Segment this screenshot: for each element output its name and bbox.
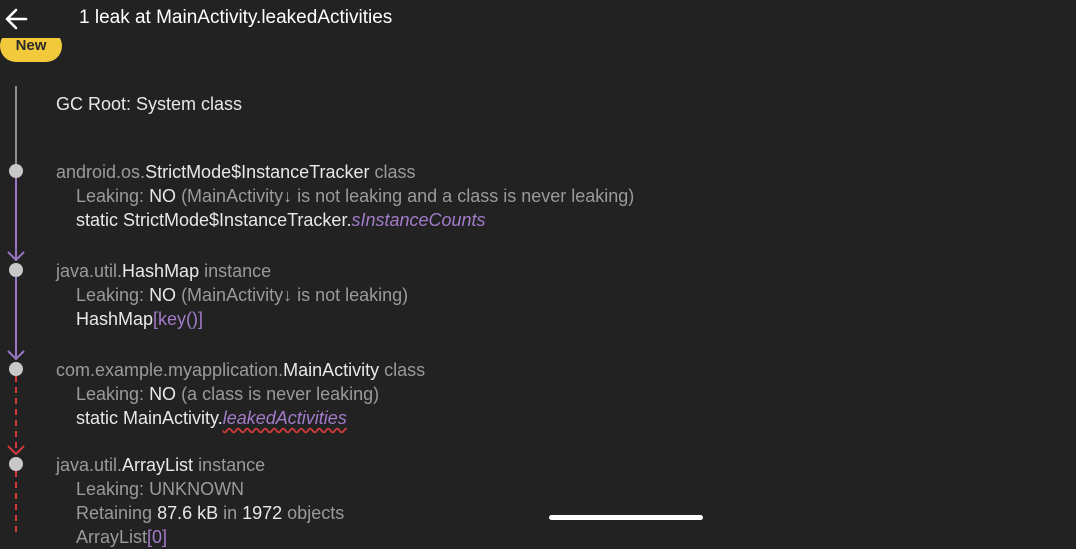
leaking-status: Leaking: NO (MainActivity↓ is not leakin…	[76, 285, 409, 305]
trace-node-mainactivity[interactable]: com.example.myapplication.MainActivity c…	[56, 358, 425, 430]
leaking-status: Leaking: NO (a class is never leaking)	[76, 384, 380, 404]
node-title: android.os.StrictMode$InstanceTracker cl…	[56, 162, 416, 182]
leaking-status: Leaking: UNKNOWN	[76, 479, 245, 499]
node-title: java.util.HashMap instance	[56, 261, 272, 281]
leak-suspect-field: leakedActivities	[222, 408, 347, 428]
trace-rail	[7, 86, 25, 534]
reference-field: static StrictMode$InstanceTracker.sInsta…	[76, 210, 486, 230]
node-dot-2	[9, 263, 23, 277]
node-dot-1	[9, 164, 23, 178]
trace-node-hashmap[interactable]: java.util.HashMap instance Leaking: NO (…	[56, 259, 408, 331]
node-title: GC Root: System class	[56, 94, 243, 114]
screen-title: 1 leak at MainActivity.leakedActivities	[79, 7, 393, 28]
arrow-left-icon	[5, 8, 28, 30]
retained-size: Retaining 87.6 kB in 1972 objects	[76, 503, 345, 523]
reference-field: ArrayList[0]	[76, 527, 168, 547]
trace-node-strictmode[interactable]: android.os.StrictMode$InstanceTracker cl…	[56, 160, 634, 232]
node-dot-4	[9, 457, 23, 471]
reference-field: HashMap[key()]	[76, 309, 204, 329]
trace-node-arraylist[interactable]: java.util.ArrayList instance Leaking: UN…	[56, 453, 344, 549]
trace-node-gc-root[interactable]: GC Root: System class	[56, 92, 242, 116]
node-dot-3	[9, 362, 23, 376]
app-bar: 1 leak at MainActivity.leakedActivities	[0, 0, 1076, 38]
node-title: java.util.ArrayList instance	[56, 455, 266, 475]
home-indicator[interactable]	[549, 515, 703, 520]
node-title: com.example.myapplication.MainActivity c…	[56, 360, 426, 380]
back-button[interactable]	[2, 4, 32, 34]
leaking-status: Leaking: NO (MainActivity↓ is not leakin…	[76, 186, 635, 206]
reference-field: static MainActivity.leakedActivities	[76, 408, 347, 428]
